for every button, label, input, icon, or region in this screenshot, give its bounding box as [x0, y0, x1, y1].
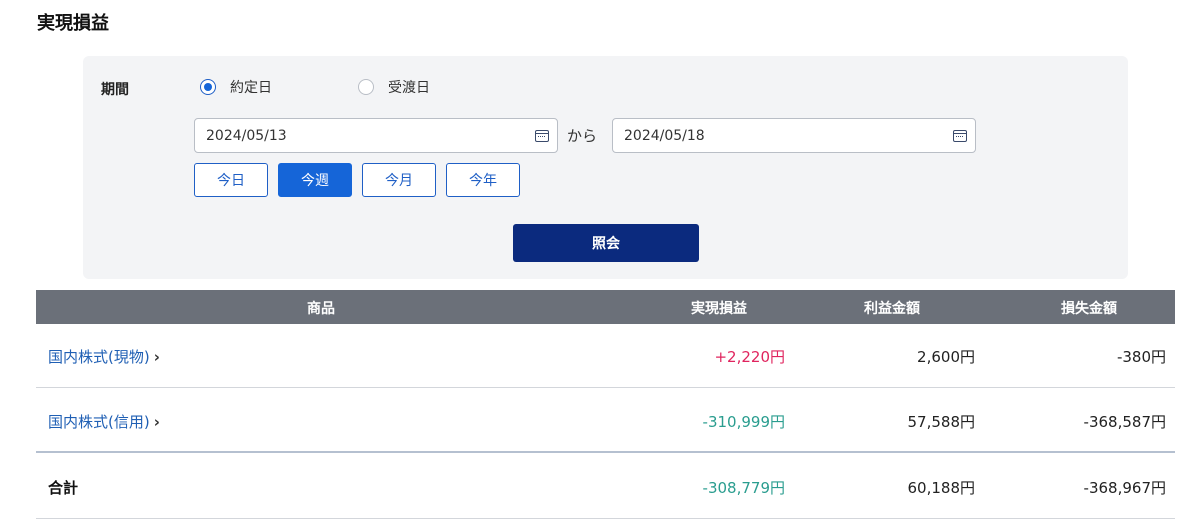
page-title: 実現損益 — [37, 13, 109, 34]
product-name: 国内株式(信用) — [48, 413, 150, 431]
radio-settlement-date-label: 受渡日 — [388, 80, 430, 96]
date-from-input[interactable]: 2024/05/13 — [194, 118, 558, 153]
today-button[interactable]: 今日 — [194, 163, 268, 197]
realized-pl-value: -310,999円 — [702, 413, 785, 431]
total-profit-amount: 60,188円 — [907, 479, 976, 497]
chevron-right-icon: › — [153, 348, 160, 366]
radio-trade-date-label: 約定日 — [230, 80, 272, 96]
date-to-value: 2024/05/18 — [624, 127, 705, 144]
period-label: 期間 — [101, 82, 129, 98]
header-loss-amount: 損失金額 — [1061, 301, 1117, 317]
chevron-right-icon: › — [153, 413, 160, 431]
product-name: 国内株式(現物) — [48, 348, 150, 366]
loss-amount-value: -380円 — [1116, 348, 1166, 366]
this-week-button[interactable]: 今週 — [278, 163, 352, 197]
this-year-button[interactable]: 今年 — [446, 163, 520, 197]
this-month-button[interactable]: 今月 — [362, 163, 436, 197]
loss-amount-value: -368,587円 — [1083, 413, 1166, 431]
table-header: 商品 実現損益 利益金額 損失金額 — [36, 290, 1175, 324]
radio-checked-icon — [200, 79, 216, 95]
radio-trade-date[interactable]: 約定日 — [200, 77, 272, 97]
realized-pl-value: +2,220円 — [714, 348, 785, 366]
table-row: 国内株式(現物) › +2,220円 2,600円 -380円 — [36, 324, 1175, 388]
inquiry-button[interactable]: 照会 — [513, 224, 699, 262]
calendar-icon[interactable] — [535, 129, 549, 142]
total-label: 合計 — [48, 479, 79, 497]
date-from-value: 2024/05/13 — [206, 127, 287, 144]
range-connector: から — [567, 127, 598, 145]
total-loss-amount: -368,967円 — [1083, 479, 1166, 497]
product-link[interactable]: 国内株式(現物) › — [48, 346, 160, 367]
filter-panel: 期間 約定日 受渡日 2024/05/13 から 2024/05/18 今日 今… — [83, 56, 1128, 279]
profit-amount-value: 57,588円 — [907, 413, 976, 431]
radio-settlement-date[interactable]: 受渡日 — [358, 77, 430, 97]
total-row: 合計 -308,779円 60,188円 -368,967円 — [36, 455, 1175, 519]
header-realized-pl: 実現損益 — [691, 301, 747, 317]
header-product: 商品 — [307, 301, 335, 317]
calendar-icon[interactable] — [953, 129, 967, 142]
product-link[interactable]: 国内株式(信用) › — [48, 411, 160, 432]
header-profit-amount: 利益金額 — [864, 301, 920, 317]
date-to-input[interactable]: 2024/05/18 — [612, 118, 976, 153]
total-realized-pl: -308,779円 — [702, 479, 785, 497]
table-row: 国内株式(信用) › -310,999円 57,588円 -368,587円 — [36, 389, 1175, 453]
radio-unchecked-icon — [358, 79, 374, 95]
profit-amount-value: 2,600円 — [917, 348, 975, 366]
